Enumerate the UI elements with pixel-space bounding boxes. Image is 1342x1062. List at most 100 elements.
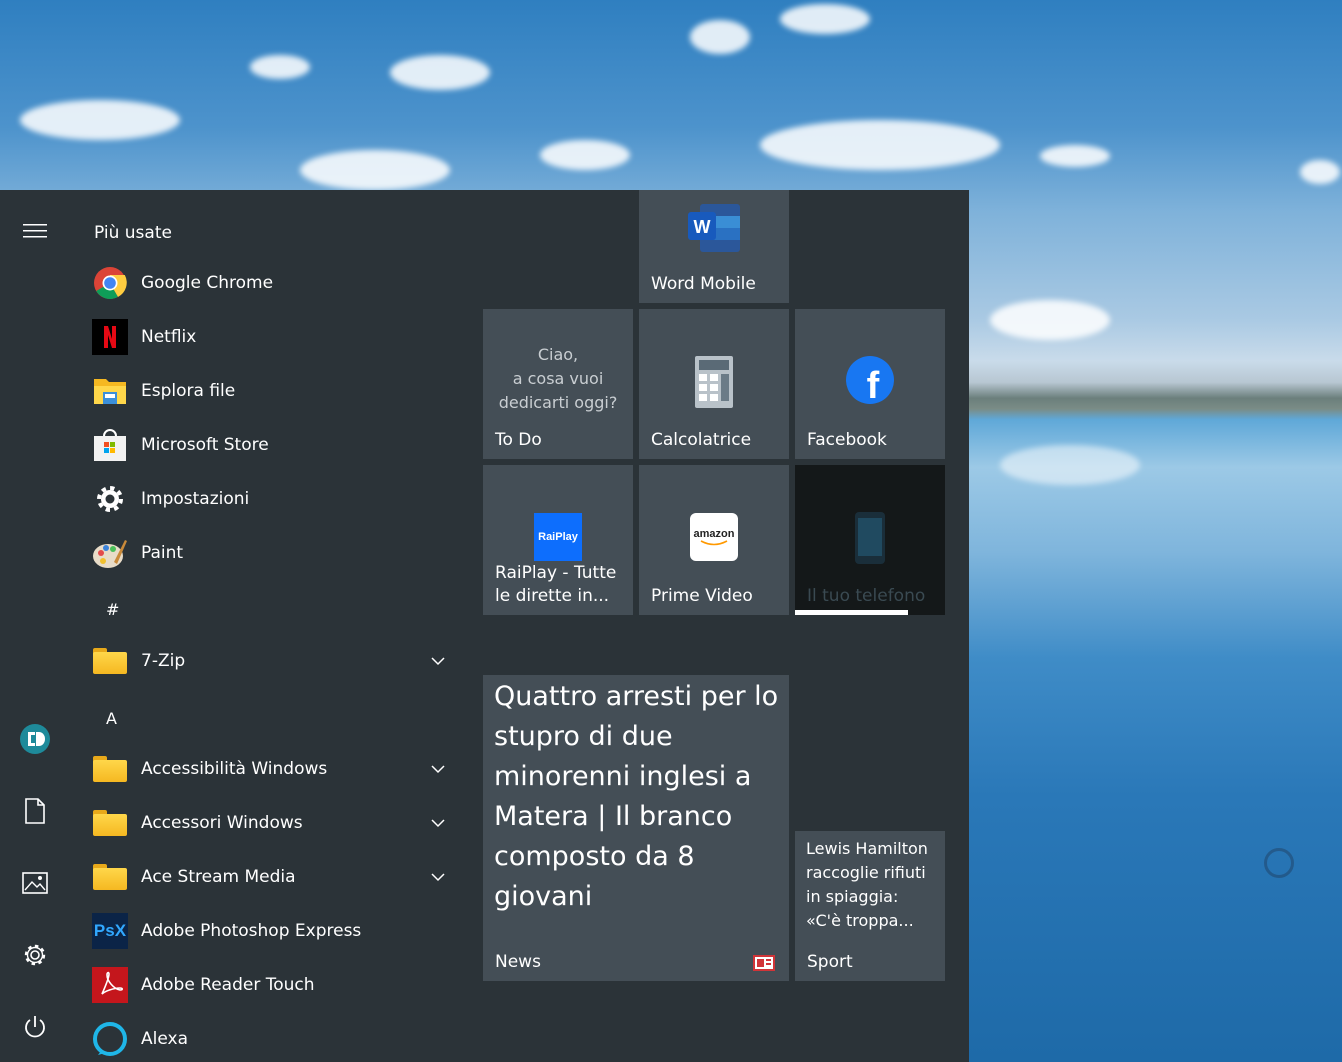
folder-icon: [92, 643, 128, 679]
tile-label: To Do: [495, 429, 542, 450]
letter-header-hash[interactable]: #: [106, 600, 119, 619]
psx-badge-text: PsX: [93, 921, 127, 940]
news-headline-line: Matera | Il branco: [494, 801, 733, 832]
cloud: [990, 300, 1110, 340]
cloud: [300, 150, 450, 190]
app-label: Microsoft Store: [141, 435, 269, 455]
loading-progress-bar: [795, 610, 908, 615]
tile-calcolatrice[interactable]: Calcolatrice: [639, 309, 789, 459]
todo-greeting-line: Ciao,: [537, 345, 579, 364]
letter-header-a[interactable]: A: [106, 709, 117, 728]
app-label: 7-Zip: [141, 651, 186, 671]
tile-label: Il tuo telefono: [807, 585, 926, 606]
settings-button[interactable]: [14, 934, 56, 976]
raiplay-icon: RaiPlay: [483, 513, 633, 561]
app-item-7zip[interactable]: 7-Zip: [92, 637, 460, 685]
app-item-netflix[interactable]: Netflix: [92, 313, 460, 361]
hamburger-menu-button[interactable]: [14, 210, 56, 252]
power-button[interactable]: [14, 1006, 56, 1048]
tile-news[interactable]: Quattro arresti per lo stupro di due min…: [483, 675, 789, 981]
app-label: Ace Stream Media: [141, 867, 296, 887]
app-item-accessibilita-windows[interactable]: Accessibilità Windows: [92, 745, 460, 793]
tile-label: Calcolatrice: [651, 429, 752, 450]
word-icon: W: [639, 202, 789, 254]
news-headline-line: composto da 8: [494, 841, 695, 872]
pictures-button[interactable]: [14, 862, 56, 904]
folder-icon: [92, 751, 128, 787]
tile-raiplay[interactable]: RaiPlay RaiPlay - Tutte le dirette in...: [483, 465, 633, 615]
news-headline-line: stupro di due: [494, 721, 673, 752]
sport-headline-line: Lewis Hamilton: [806, 839, 928, 858]
tile-sport[interactable]: Lewis Hamilton raccoglie rifiuti in spia…: [795, 831, 945, 981]
app-label: Accessori Windows: [141, 813, 303, 833]
todo-greeting: Ciao, a cosa vuoi dedicarti oggi?: [483, 343, 633, 415]
app-item-file-explorer[interactable]: Esplora file: [92, 367, 460, 415]
phone-icon: [795, 511, 945, 565]
amazon-smile-icon: [700, 540, 728, 546]
app-item-accessori-windows[interactable]: Accessori Windows: [92, 799, 460, 847]
tile-label: Sport: [807, 951, 853, 972]
app-item-alexa[interactable]: Alexa: [92, 1015, 460, 1062]
tile-label: Word Mobile: [651, 273, 756, 294]
tile-label: RaiPlay - Tutte le dirette in...: [495, 562, 616, 608]
app-label: Netflix: [141, 327, 197, 347]
todo-greeting-line: a cosa vuoi: [512, 369, 604, 388]
app-item-microsoft-store[interactable]: Microsoft Store: [92, 421, 460, 469]
sport-headline: Lewis Hamilton raccoglie rifiuti in spia…: [806, 837, 939, 933]
app-item-paint[interactable]: Paint: [92, 529, 460, 577]
app-item-adobe-reader-touch[interactable]: Adobe Reader Touch: [92, 961, 460, 1009]
tile-label: Facebook: [807, 429, 887, 450]
store-icon: [92, 427, 128, 463]
sport-headline-line: in spiaggia:: [806, 887, 899, 906]
tile-prime-video[interactable]: amazon Prime Video: [639, 465, 789, 615]
documents-button[interactable]: [14, 790, 56, 832]
cloud: [780, 4, 870, 34]
folder-icon: [92, 859, 128, 895]
chrome-icon: [92, 265, 128, 301]
news-headline-line: minorenni inglesi a: [494, 761, 752, 792]
app-item-settings[interactable]: Impostazioni: [92, 475, 460, 523]
tile-to-do[interactable]: Ciao, a cosa vuoi dedicarti oggi? To Do: [483, 309, 633, 459]
tile-il-tuo-telefono[interactable]: Il tuo telefono: [795, 465, 945, 615]
app-label: Adobe Reader Touch: [141, 975, 315, 995]
chevron-down-icon: [431, 657, 445, 666]
tile-facebook[interactable]: f Facebook: [795, 309, 945, 459]
tile-label-line: RaiPlay - Tutte: [495, 563, 617, 583]
adobe-reader-icon: [92, 967, 128, 1003]
chevron-down-icon: [431, 819, 445, 828]
tile-label: Prime Video: [651, 585, 753, 606]
sport-headline-line: «C'è troppa...: [806, 911, 914, 930]
app-item-ace-stream-media[interactable]: Ace Stream Media: [92, 853, 460, 901]
start-menu: Più usate Google Chrome Netflix Esplora …: [0, 190, 969, 1062]
cloud-reflection: [1000, 445, 1140, 485]
folder-icon: [92, 805, 128, 841]
todo-greeting-line: dedicarti oggi?: [498, 393, 618, 412]
cloud: [760, 120, 1000, 170]
calculator-icon: [639, 355, 789, 409]
cloud: [250, 55, 310, 79]
pictures-icon: [22, 872, 48, 894]
amazon-icon: amazon: [639, 513, 789, 561]
facebook-icon: f: [795, 355, 945, 405]
app-label: Adobe Photoshop Express: [141, 921, 362, 941]
start-rail: [0, 190, 70, 1062]
power-icon: [25, 1016, 45, 1038]
cloud: [390, 55, 490, 90]
user-avatar-icon: [20, 724, 50, 754]
app-label: Paint: [141, 543, 184, 563]
tile-word-mobile[interactable]: W Word Mobile: [639, 190, 789, 303]
app-label: Accessibilità Windows: [141, 759, 328, 779]
app-item-adobe-photoshop-express[interactable]: PsX Adobe Photoshop Express: [92, 907, 460, 955]
chevron-down-icon: [431, 873, 445, 882]
app-item-google-chrome[interactable]: Google Chrome: [92, 259, 460, 307]
tile-label-line: le dirette in...: [495, 586, 610, 606]
hamburger-icon: [23, 224, 47, 238]
settings-gear-icon: [92, 481, 128, 517]
news-headline-line: Quattro arresti per lo: [494, 681, 779, 712]
app-label: Alexa: [141, 1029, 188, 1049]
user-account-button[interactable]: [14, 718, 56, 760]
amazon-logo-text: amazon: [693, 528, 735, 540]
file-explorer-icon: [92, 373, 128, 409]
app-label: Impostazioni: [141, 489, 250, 509]
raiplay-logo-text: RaiPlay: [538, 531, 578, 543]
